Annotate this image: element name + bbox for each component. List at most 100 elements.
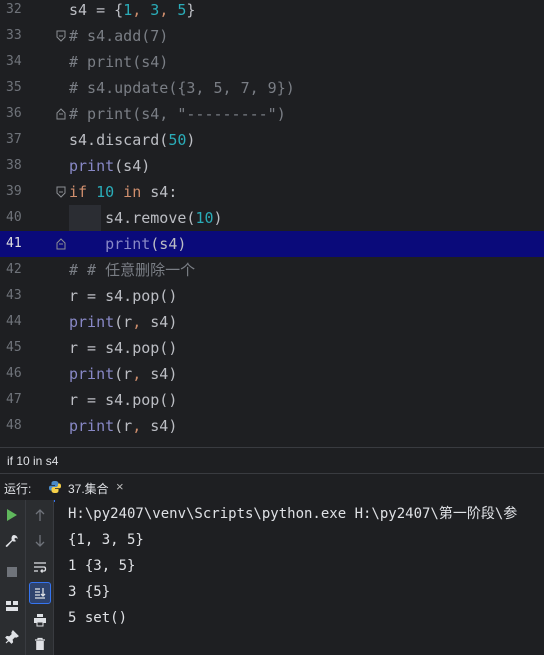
layout-icon[interactable]: [2, 596, 22, 616]
code-text: s4.discard(50): [69, 127, 195, 153]
line-number: 47: [6, 392, 22, 407]
line-number: 42: [6, 262, 22, 277]
code-text: print(r, s4): [69, 309, 177, 335]
code-token: ,: [132, 417, 151, 435]
code-text: # # 任意删除一个: [69, 257, 195, 283]
code-token: ,: [159, 1, 178, 19]
fold-marker-icon[interactable]: [56, 30, 66, 42]
code-token: print: [69, 157, 115, 175]
soft-wrap-icon[interactable]: [30, 557, 50, 577]
code-token: (r: [114, 365, 133, 383]
code-token: s4.discard(: [69, 131, 169, 149]
arrow-up-icon[interactable]: [30, 505, 50, 525]
print-icon[interactable]: [30, 610, 50, 630]
code-text: s4.remove(10): [69, 205, 223, 231]
breadcrumb-text: if 10 in s4: [7, 454, 59, 468]
code-token: s4:: [150, 183, 178, 201]
line-number: 46: [6, 366, 22, 381]
code-token: 50: [168, 131, 187, 149]
code-line[interactable]: 37 s4.discard(50): [0, 127, 544, 153]
code-token: 3: [150, 1, 160, 19]
code-text: r = s4.pop(): [69, 335, 177, 361]
code-token: s4 = {: [69, 1, 124, 19]
line-number: 35: [6, 80, 22, 95]
breadcrumb[interactable]: if 10 in s4: [0, 447, 544, 473]
line-number: 39: [6, 184, 22, 199]
code-text: # print(s4, "---------"): [69, 101, 286, 127]
console-line: 5 set(): [68, 610, 128, 626]
code-token: r = s4.pop(): [69, 391, 178, 409]
code-token: # print(s4): [69, 53, 169, 71]
console-line: 1 {3, 5}: [68, 558, 136, 574]
code-text: print(r, s4): [69, 413, 177, 439]
code-text: # print(s4): [69, 49, 168, 75]
code-token: ,: [132, 313, 151, 331]
code-line[interactable]: 35 # s4.update({3, 5, 7, 9}): [0, 75, 544, 101]
code-token: ): [213, 209, 223, 227]
play-icon[interactable]: [2, 505, 22, 525]
code-token: s4): [150, 417, 178, 435]
code-token: # print(s4, "---------"): [69, 105, 286, 123]
run-tab[interactable]: 37.集合 ×: [38, 474, 130, 502]
code-line[interactable]: 38 print(s4): [0, 153, 544, 179]
code-line[interactable]: 36 # print(s4, "---------"): [0, 101, 544, 127]
code-line[interactable]: 41 print(s4): [0, 231, 544, 257]
close-icon[interactable]: ×: [116, 479, 124, 494]
pin-icon[interactable]: [2, 627, 22, 647]
code-editor[interactable]: 32 s4 = {1, 3, 5} 33 # s4.add(7) 34 # print(s…: [0, 0, 544, 447]
code-line[interactable]: 45 r = s4.pop(): [0, 335, 544, 361]
code-line[interactable]: 44 print(r, s4): [0, 309, 544, 335]
code-token: # s4.update({3, 5, 7, 9}): [69, 79, 295, 97]
line-number: 34: [6, 54, 22, 69]
code-token: 10: [195, 209, 214, 227]
code-line[interactable]: 40 s4.remove(10): [0, 205, 544, 231]
code-token: r = s4.pop(): [69, 287, 178, 305]
code-token: (r: [114, 313, 133, 331]
code-text: if 10 in s4:: [69, 179, 177, 205]
fold-marker-icon[interactable]: [56, 238, 66, 250]
console-line: 3 {5}: [68, 584, 111, 600]
line-number: 40: [6, 210, 22, 225]
code-token: s4): [150, 313, 178, 331]
trash-icon[interactable]: [30, 634, 50, 654]
run-panel-label: 运行:: [4, 482, 32, 496]
code-line[interactable]: 47 r = s4.pop(): [0, 387, 544, 413]
fold-marker-icon[interactable]: [56, 186, 66, 198]
wrench-icon[interactable]: [2, 531, 22, 551]
code-line[interactable]: 48 print(r, s4): [0, 413, 544, 439]
code-token: 10: [96, 183, 115, 201]
code-text: r = s4.pop(): [69, 283, 177, 309]
code-line[interactable]: 43 r = s4.pop(): [0, 283, 544, 309]
code-text: print(s4): [69, 231, 186, 257]
code-token: (r: [114, 417, 133, 435]
code-token: ,: [132, 1, 151, 19]
code-token: (s4): [150, 235, 187, 253]
code-line[interactable]: 32 s4 = {1, 3, 5}: [0, 0, 544, 23]
code-text: r = s4.pop(): [69, 387, 177, 413]
code-line[interactable]: 39 if 10 in s4:: [0, 179, 544, 205]
console-output[interactable]: H:\py2407\venv\Scripts\python.exe H:\py2…: [55, 500, 544, 655]
code-token: # # 任意删除一个: [69, 261, 196, 279]
arrow-down-icon[interactable]: [30, 531, 50, 551]
run-toolbar-primary: [0, 500, 26, 655]
line-number: 33: [6, 28, 22, 43]
stop-icon[interactable]: [2, 562, 22, 582]
code-line[interactable]: 42 # # 任意删除一个: [0, 257, 544, 283]
scroll-to-end-icon[interactable]: [29, 582, 51, 604]
code-token: s4.remove(: [69, 209, 196, 227]
code-token: if: [69, 183, 97, 201]
line-number: 44: [6, 314, 22, 329]
console-line: H:\py2407\venv\Scripts\python.exe H:\py2…: [68, 506, 518, 522]
code-token: ): [186, 131, 196, 149]
code-token: }: [186, 1, 196, 19]
console-line: {1, 3, 5}: [68, 532, 144, 548]
fold-marker-icon[interactable]: [56, 108, 66, 120]
code-token: # s4.add(7): [69, 27, 169, 45]
line-number: 48: [6, 418, 22, 433]
code-token: print: [69, 313, 115, 331]
line-number: 38: [6, 158, 22, 173]
code-line[interactable]: 34 # print(s4): [0, 49, 544, 75]
code-line[interactable]: 46 print(r, s4): [0, 361, 544, 387]
line-number: 45: [6, 340, 22, 355]
code-line[interactable]: 33 # s4.add(7): [0, 23, 544, 49]
